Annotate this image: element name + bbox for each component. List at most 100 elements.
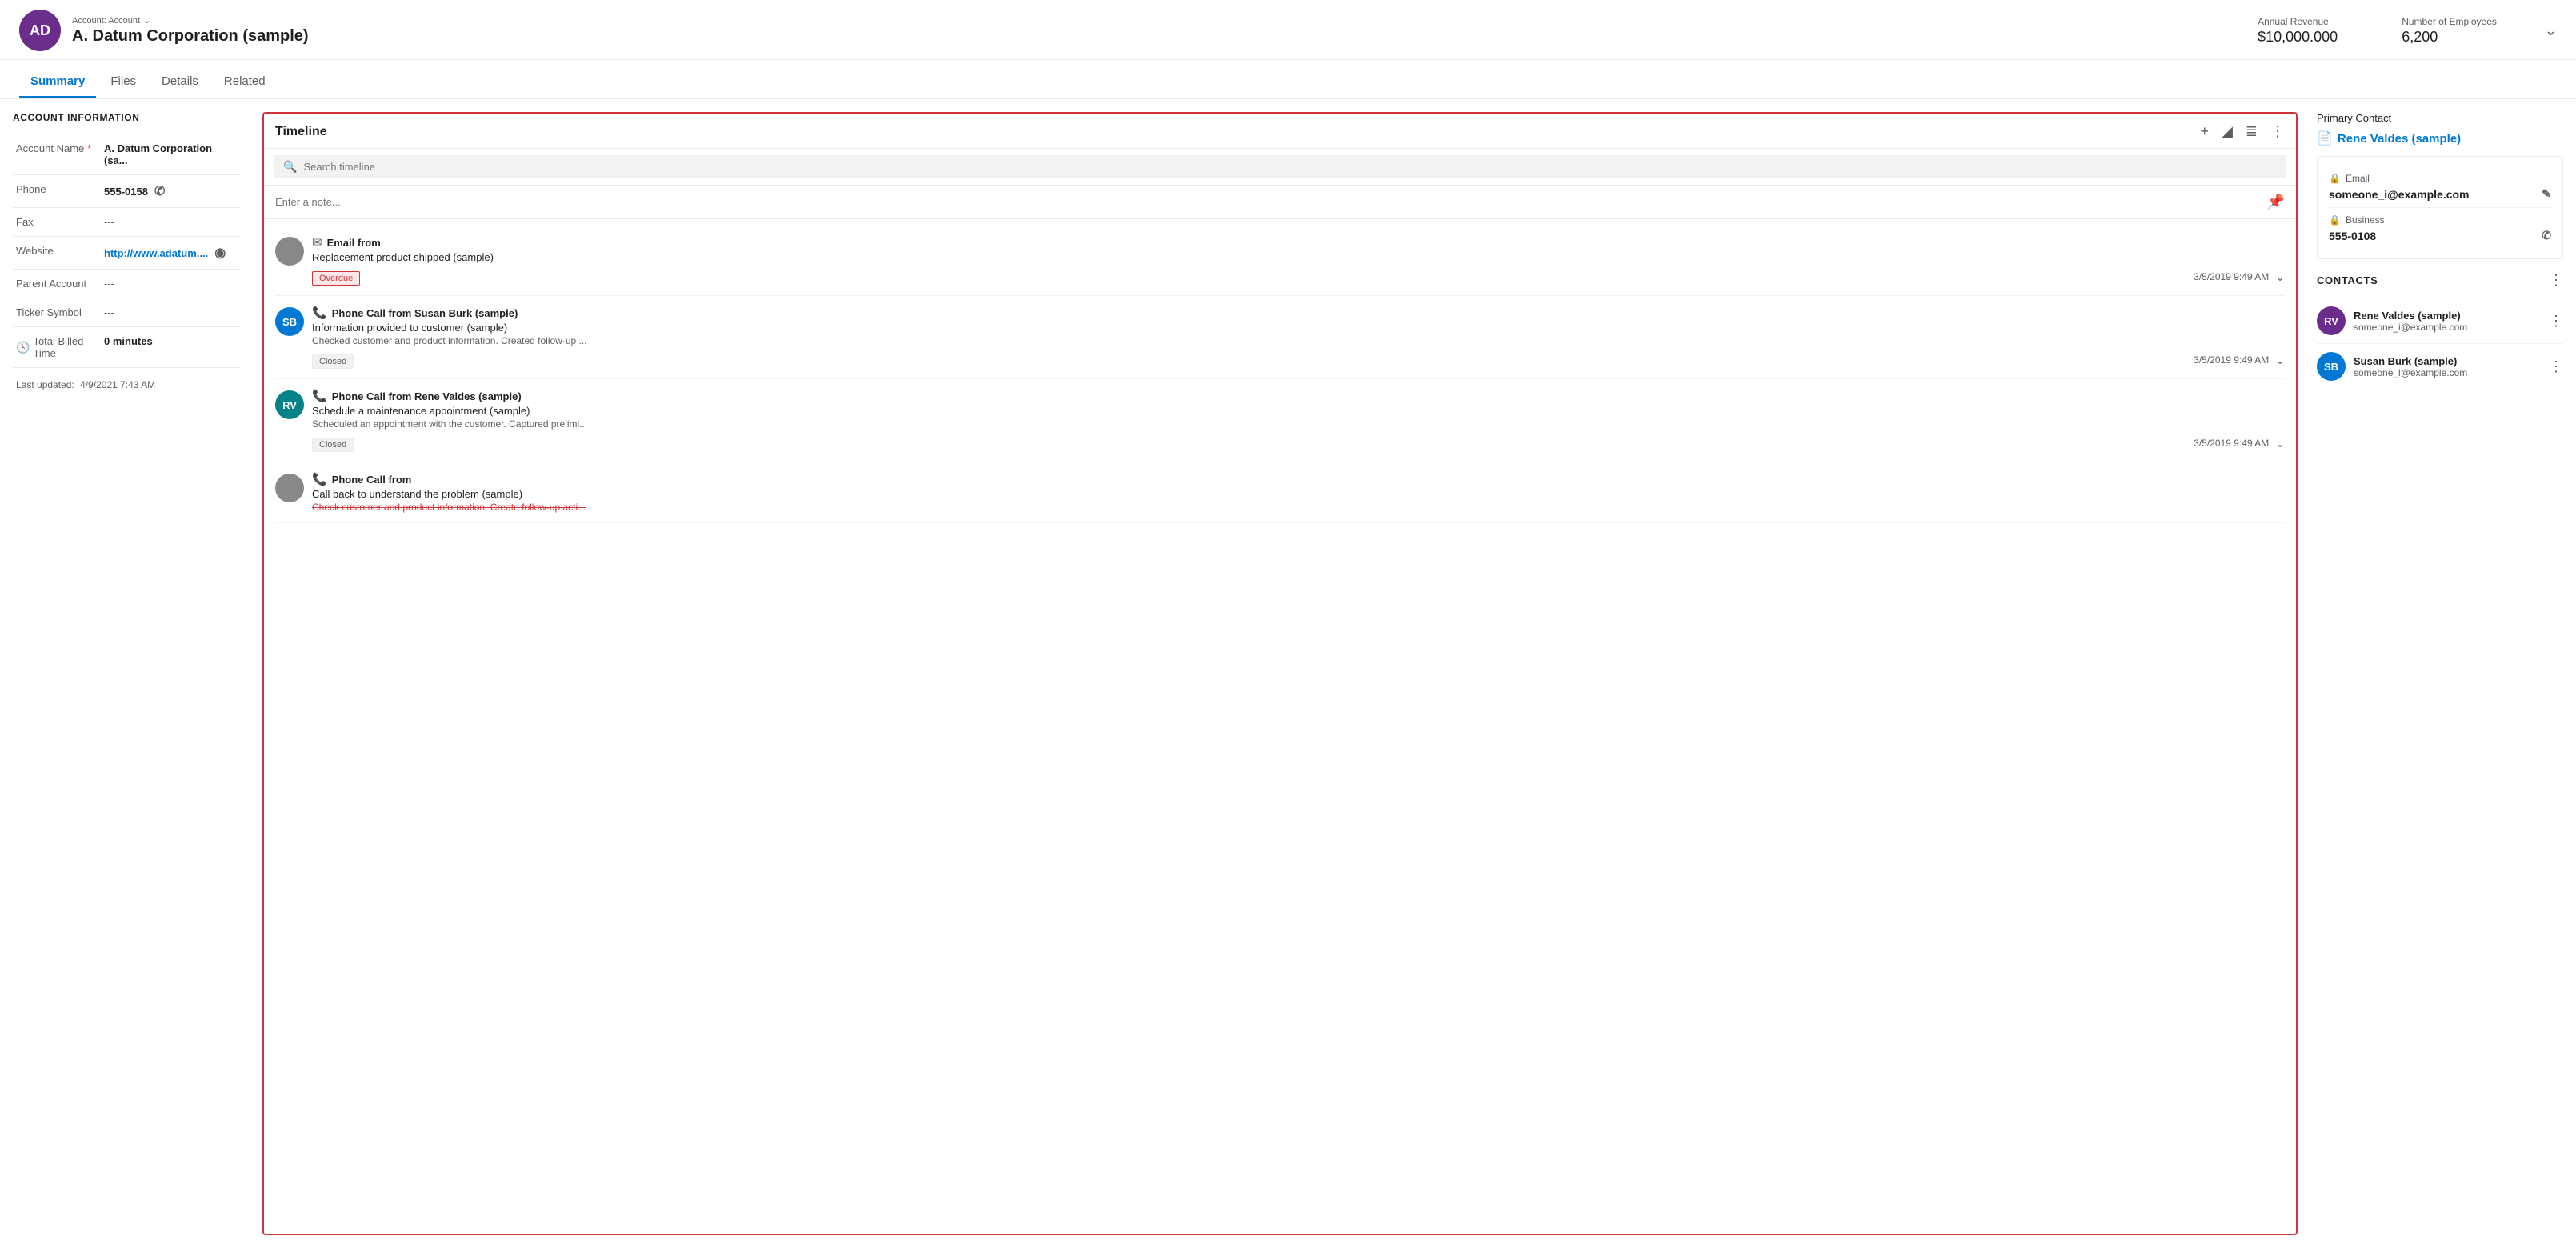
item-content: ✉ Email from Replacement product shipped… [312, 235, 2285, 286]
timeline-item: ✉ Email from Replacement product shipped… [275, 226, 2285, 296]
website-value: http://www.adatum.... ◉ [104, 245, 237, 261]
phone-icon-business[interactable]: ✆ [2542, 229, 2551, 242]
contacts-more-button[interactable]: ⋮ [2549, 272, 2563, 289]
contact-avatar-sb: SB [2317, 352, 2346, 381]
more-timeline-button[interactable]: ⋮ [2270, 123, 2285, 140]
item-title: Phone Call from Rene Valdes (sample) [332, 390, 522, 402]
sort-timeline-button[interactable]: ≣ [2246, 123, 2258, 140]
collapse-button[interactable]: ⌄ [2545, 22, 2557, 39]
avatar: AD [19, 10, 61, 51]
employees-label: Number of Employees [2402, 16, 2497, 27]
filter-timeline-button[interactable]: ◢ [2222, 123, 2233, 140]
timeline-actions: + ◢ ≣ ⋮ [2201, 123, 2285, 140]
field-ticker-symbol: Ticker Symbol --- [13, 298, 240, 327]
contact-link-icon: 📄 [2317, 130, 2333, 146]
company-name: A. Datum Corporation (sample) [72, 27, 2258, 46]
tab-summary[interactable]: Summary [19, 66, 96, 98]
item-title-row: 📞 Phone Call from Susan Burk (sample) [312, 306, 518, 320]
ticker-symbol-value: --- [104, 306, 237, 318]
item-avatar [275, 474, 304, 502]
fax-value: --- [104, 216, 237, 228]
item-header: ✉ Email from [312, 235, 2285, 250]
edit-email-icon[interactable]: ✎ [2542, 187, 2551, 201]
parent-account-label: Parent Account [16, 278, 104, 290]
tab-bar: Summary Files Details Related [0, 66, 2576, 99]
expand-icon[interactable]: ⌄ [2275, 354, 2285, 367]
contact-more-button[interactable]: ⋮ [2549, 358, 2563, 375]
phone-call-icon: 📞 [312, 306, 327, 320]
item-avatar: RV [275, 390, 304, 419]
lock-icon-email: 🔒 [2329, 173, 2341, 184]
field-parent-account: Parent Account --- [13, 270, 240, 298]
parent-account-value: --- [104, 278, 237, 290]
item-title: Phone Call from [332, 474, 412, 486]
item-subtitle: Schedule a maintenance appointment (samp… [312, 405, 2285, 417]
timeline-item: 📞 Phone Call from Call back to understan… [275, 462, 2285, 523]
tab-files[interactable]: Files [99, 66, 147, 98]
expand-icon[interactable]: ⌄ [2275, 270, 2285, 284]
business-value: 555-0108 ✆ [2329, 229, 2551, 242]
field-fax: Fax --- [13, 208, 240, 237]
account-name-value[interactable]: A. Datum Corporation (sa... [104, 142, 237, 166]
timeline-item: SB 📞 Phone Call from Susan Burk (sample)… [275, 296, 2285, 379]
item-meta: Overdue 3/5/2019 9:49 AM ⌄ [312, 268, 2285, 286]
email-type-label: 🔒 Email [2329, 173, 2551, 184]
main-content: ACCOUNT INFORMATION Account Name * A. Da… [0, 99, 2576, 1235]
item-avatar [275, 237, 304, 266]
add-timeline-button[interactable]: + [2201, 123, 2210, 140]
item-content: 📞 Phone Call from Rene Valdes (sample) S… [312, 389, 2285, 452]
contact-business-row: 🔒 Business 555-0108 ✆ [2329, 208, 2551, 249]
left-panel: ACCOUNT INFORMATION Account Name * A. Da… [13, 112, 253, 1235]
primary-contact-name[interactable]: 📄 Rene Valdes (sample) [2317, 130, 2563, 146]
header-metrics: Annual Revenue $10,000.000 Number of Emp… [2258, 16, 2529, 46]
annual-revenue-label: Annual Revenue [2258, 16, 2338, 27]
item-subtitle: Call back to understand the problem (sam… [312, 488, 2285, 500]
timeline-items: ✉ Email from Replacement product shipped… [264, 219, 2296, 1234]
item-content: 📞 Phone Call from Susan Burk (sample) In… [312, 306, 2285, 369]
contact-name[interactable]: Rene Valdes (sample) [2354, 310, 2541, 322]
tab-related[interactable]: Related [213, 66, 277, 98]
contacts-section-header: CONTACTS ⋮ [2317, 272, 2563, 289]
contact-more-button[interactable]: ⋮ [2549, 313, 2563, 330]
total-billed-time-label: 🕓 Total Billed Time [16, 335, 104, 359]
contact-name[interactable]: Susan Burk (sample) [2354, 355, 2541, 367]
phone-icon[interactable]: ✆ [154, 183, 165, 199]
list-item: SB Susan Burk (sample) someone_l@example… [2317, 344, 2563, 389]
item-header: 📞 Phone Call from [312, 472, 2285, 486]
field-website: Website http://www.adatum.... ◉ [13, 237, 240, 270]
contact-email: someone_i@example.com [2354, 322, 2541, 333]
item-meta: Closed 3/5/2019 9:49 AM ⌄ [312, 434, 2285, 452]
ticker-symbol-label: Ticker Symbol [16, 306, 104, 318]
attach-icon[interactable]: 📌 [2267, 194, 2285, 210]
search-icon: 🔍 [283, 160, 297, 174]
phone-value: 555-0158 ✆ [104, 183, 237, 199]
field-phone: Phone 555-0158 ✆ [13, 175, 240, 208]
search-input[interactable] [303, 161, 2277, 173]
annual-revenue-metric: Annual Revenue $10,000.000 [2258, 16, 2338, 46]
header-title-area: Account: Account ⌄ A. Datum Corporation … [72, 15, 2258, 46]
annual-revenue-value: $10,000.000 [2258, 29, 2338, 46]
account-info-title: ACCOUNT INFORMATION [13, 112, 240, 123]
globe-icon[interactable]: ◉ [214, 245, 226, 261]
required-indicator: * [87, 142, 91, 154]
timeline-header: Timeline + ◢ ≣ ⋮ [264, 114, 2296, 149]
item-date: 3/5/2019 9:49 AM [2194, 354, 2269, 366]
tab-details[interactable]: Details [150, 66, 210, 98]
employees-metric: Number of Employees 6,200 [2402, 16, 2497, 46]
note-input-area: 📌 [264, 186, 2296, 219]
breadcrumb[interactable]: Account: Account ⌄ [72, 15, 2258, 26]
fax-label: Fax [16, 216, 104, 228]
website-label: Website [16, 245, 104, 257]
note-input[interactable] [275, 196, 2267, 208]
clock-icon: 🕓 [16, 341, 30, 354]
phone-call-icon: 📞 [312, 389, 327, 403]
item-header: 📞 Phone Call from Rene Valdes (sample) [312, 389, 2285, 403]
email-value: someone_i@example.com ✎ [2329, 187, 2551, 201]
closed-badge: Closed [312, 354, 354, 369]
expand-icon[interactable]: ⌄ [2275, 437, 2285, 450]
item-title-row: 📞 Phone Call from [312, 472, 411, 486]
item-title-row: 📞 Phone Call from Rene Valdes (sample) [312, 389, 522, 403]
item-date: 3/5/2019 9:49 AM [2194, 438, 2269, 449]
primary-contact-label: Primary Contact [2317, 112, 2563, 124]
middle-panel: Timeline + ◢ ≣ ⋮ 🔍 📌 [253, 112, 2307, 1235]
